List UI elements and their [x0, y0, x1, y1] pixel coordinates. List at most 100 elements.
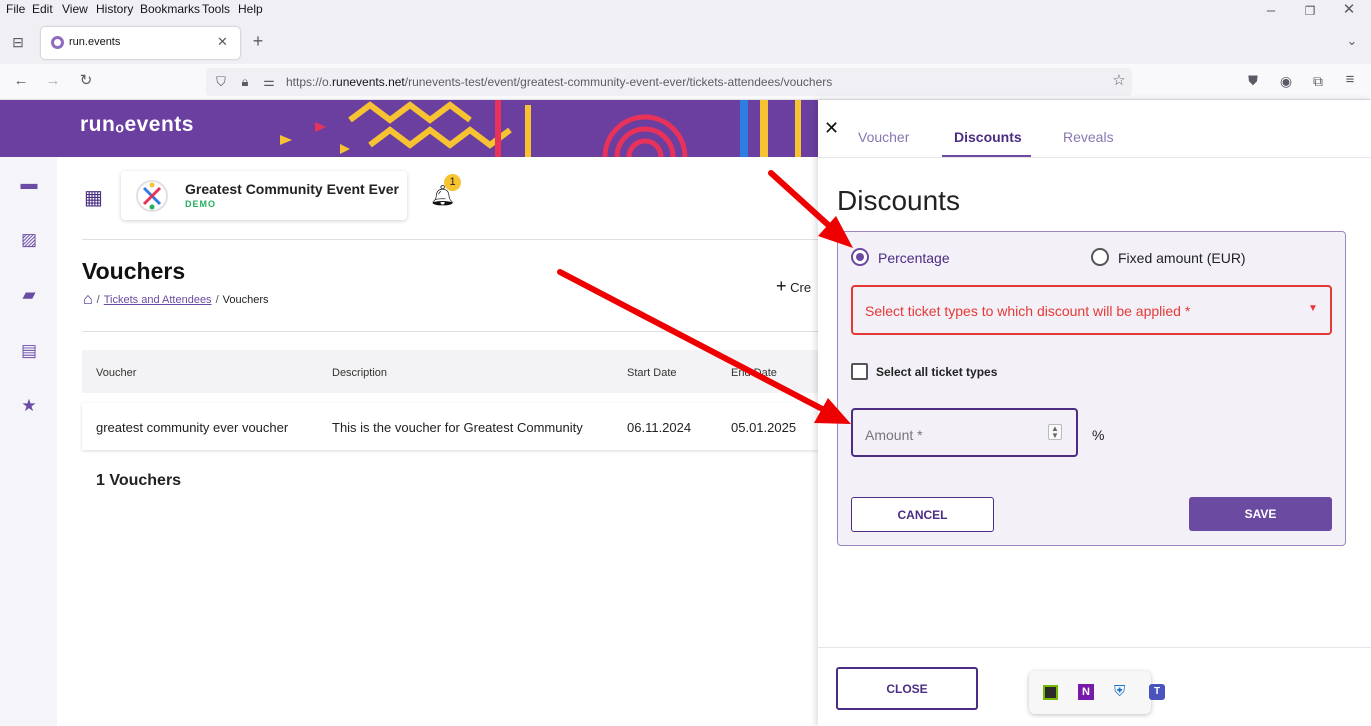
demo-badge: DEMO: [185, 199, 216, 209]
pocket-icon[interactable]: ⛊: [1244, 73, 1262, 89]
folder-icon[interactable]: ▰: [20, 286, 38, 303]
radio-percentage-label: Percentage: [878, 250, 950, 266]
tab-reveals[interactable]: Reveals: [1063, 129, 1114, 145]
favicon-icon: [51, 36, 64, 49]
voucher-drawer: ✕ Voucher Discounts Reveals Discounts Pe…: [818, 100, 1371, 726]
reload-icon[interactable]: ↻: [77, 73, 95, 89]
security-shield-icon[interactable]: ⛨: [1114, 683, 1125, 700]
apps-grid-icon[interactable]: ▦: [84, 185, 103, 210]
clipboard-icon[interactable]: ▤: [20, 342, 38, 359]
lock-icon[interactable]: 🔒︎: [236, 74, 254, 90]
url-bar[interactable]: ⛉ 🔒︎ ⚌ https://o.runevents.net/runevents…: [206, 68, 1132, 96]
chat-icon[interactable]: ▬: [20, 175, 38, 192]
select-all-label: Select all ticket types: [876, 365, 998, 379]
radio-percentage[interactable]: [851, 248, 869, 266]
dropdown-arrow-icon: ▼: [1308, 303, 1318, 314]
account-icon[interactable]: ◉: [1277, 73, 1295, 89]
browser-tab[interactable]: run.events ✕: [41, 27, 240, 59]
menu-help[interactable]: Help: [238, 2, 263, 16]
amount-stepper-icon[interactable]: ▲ ▼: [1048, 424, 1062, 440]
save-button[interactable]: SAVE: [1189, 497, 1332, 531]
cell-end-date: 05.01.2025: [731, 420, 797, 435]
back-icon[interactable]: ←: [12, 73, 30, 89]
cancel-button[interactable]: CANCEL: [851, 497, 994, 532]
event-selector[interactable]: Greatest Community Event Ever DEMO: [121, 171, 407, 220]
breadcrumb-link-tickets[interactable]: Tickets and Attendees: [104, 294, 212, 306]
cell-voucher: greatest community ever voucher: [96, 420, 289, 435]
column-header-end-date: End Date: [731, 367, 777, 379]
column-header-start-date: Start Date: [627, 367, 677, 379]
star-icon[interactable]: ★: [20, 397, 38, 414]
app-menu-icon[interactable]: ≡: [1341, 72, 1359, 88]
ticket-type-placeholder: Select ticket types to which discount wi…: [865, 303, 1191, 319]
page-title: Vouchers: [82, 258, 186, 284]
cell-start-date: 06.11.2024: [627, 420, 692, 435]
side-navigation: ▬ ▨ ▰ ▤ ★: [0, 157, 57, 726]
breadcrumb-separator: /: [215, 294, 219, 306]
teams-icon[interactable]: T: [1149, 684, 1165, 700]
create-voucher-button[interactable]: + Cre: [776, 276, 811, 297]
bookmark-star-icon[interactable]: ☆: [1110, 73, 1128, 89]
banner-pattern: [280, 100, 801, 157]
table-header: [82, 350, 818, 393]
shield-icon[interactable]: ⛉: [212, 74, 230, 90]
divider: [82, 239, 818, 240]
breadcrumb-separator: /: [96, 294, 100, 306]
restore-icon[interactable]: ❐: [1301, 3, 1319, 19]
menu-edit[interactable]: Edit: [32, 2, 53, 16]
minimize-icon[interactable]: –: [1262, 3, 1280, 19]
breadcrumb-current: Vouchers: [222, 294, 269, 306]
terminal-app-icon[interactable]: [1043, 685, 1058, 700]
window-close-icon[interactable]: ✕: [1340, 2, 1358, 18]
amount-placeholder: Amount *: [865, 427, 923, 443]
radio-fixed-amount-label: Fixed amount (EUR): [1118, 250, 1246, 266]
tab-overflow-icon[interactable]: ⌄: [1343, 33, 1361, 49]
drawer-heading: Discounts: [837, 185, 960, 216]
browser-tabbar: ⊟ run.events ✕ + ⌄: [0, 20, 1371, 64]
column-header-description: Description: [332, 367, 388, 379]
browser-menubar: File Edit View History Bookmarks Tools H…: [0, 0, 1371, 20]
discount-form: Percentage Fixed amount (EUR) Select tic…: [837, 231, 1346, 546]
cell-description: This is the voucher for Greatest Communi…: [332, 420, 583, 435]
create-label: Cre: [790, 280, 812, 295]
home-icon[interactable]: ⌂: [83, 292, 93, 308]
radio-fixed-amount[interactable]: [1091, 248, 1109, 266]
notification-badge: 1: [444, 174, 461, 191]
new-tab-icon[interactable]: +: [249, 32, 267, 50]
url-text: https://o.runevents.net/runevents-test/e…: [286, 75, 833, 89]
footer-divider: [818, 647, 1371, 648]
event-name: Greatest Community Event Ever: [185, 181, 399, 197]
onenote-icon[interactable]: N: [1078, 684, 1094, 700]
menu-view[interactable]: View: [62, 2, 88, 16]
amount-unit: %: [1092, 427, 1105, 443]
ticket-type-select[interactable]: Select ticket types to which discount wi…: [851, 285, 1332, 335]
tab-voucher[interactable]: Voucher: [858, 129, 909, 145]
menu-bookmarks[interactable]: Bookmarks: [140, 2, 200, 16]
taskbar-popup: N ⛨ T: [1029, 671, 1165, 714]
image-icon[interactable]: ▨: [20, 231, 38, 248]
tab-discounts[interactable]: Discounts: [954, 129, 1022, 145]
tab-close-icon[interactable]: ✕: [217, 34, 228, 50]
breadcrumb: ⌂ / Tickets and Attendees / Vouchers: [83, 292, 269, 308]
browser-navbar: ← → ↻ ⛉ 🔒︎ ⚌ https://o.runevents.net/run…: [0, 64, 1371, 100]
event-logo-icon: [136, 180, 168, 212]
close-button[interactable]: CLOSE: [836, 667, 978, 710]
menu-file[interactable]: File: [6, 2, 25, 16]
permissions-icon[interactable]: ⚌: [260, 74, 278, 90]
extensions-icon[interactable]: ⧉: [1309, 73, 1327, 89]
drawer-close-icon[interactable]: ✕: [824, 118, 839, 139]
divider: [82, 331, 818, 332]
select-all-checkbox[interactable]: [851, 363, 868, 380]
menu-history[interactable]: History: [96, 2, 133, 16]
voucher-count: 1 Vouchers: [96, 472, 182, 489]
plus-icon: +: [776, 276, 787, 296]
forward-icon[interactable]: →: [44, 73, 62, 89]
tabs-divider: [818, 157, 1371, 158]
tab-list-icon[interactable]: ⊟: [9, 34, 27, 50]
runevents-logo: run⁠ₒevents: [80, 113, 194, 136]
amount-input[interactable]: Amount * ▲ ▼: [851, 408, 1078, 457]
tab-title: run.events: [69, 36, 121, 48]
column-header-voucher: Voucher: [96, 367, 137, 379]
menu-tools[interactable]: Tools: [202, 2, 230, 16]
header-banner: run⁠ₒevents: [0, 100, 818, 157]
